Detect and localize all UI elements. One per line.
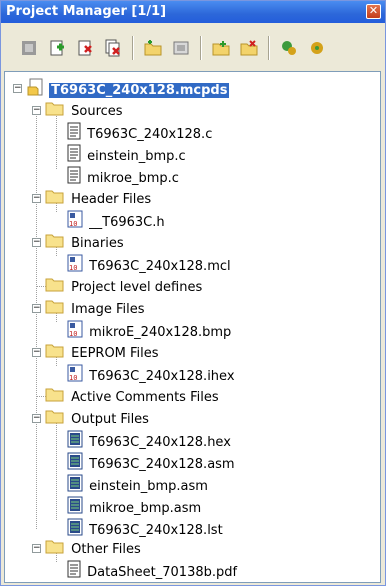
file-item[interactable]: T6963C_240x128.lst: [67, 518, 225, 540]
file-item[interactable]: mikroe_bmp.c: [67, 166, 181, 188]
svg-text:10: 10: [69, 374, 77, 382]
file-item[interactable]: 10 T6963C_240x128.ihex: [67, 364, 237, 386]
remove-all-icon[interactable]: [101, 36, 125, 60]
file-item[interactable]: 10 __T6963C.h: [67, 210, 167, 232]
folder-icon[interactable]: [169, 36, 193, 60]
add-folder-icon[interactable]: [209, 36, 233, 60]
toolbar-separator: [268, 36, 270, 60]
folder-open-icon: [45, 408, 65, 432]
remove-file-icon[interactable]: [73, 36, 97, 60]
close-button[interactable]: ✕: [366, 4, 381, 19]
folder-project-level-defines[interactable]: Project level defines: [45, 276, 204, 298]
collapse-toggle[interactable]: −: [13, 84, 22, 93]
title-bar: Project Manager [1/1] ✕: [1, 1, 385, 23]
toolbar-separator: [200, 36, 202, 60]
delete-folder-icon[interactable]: [237, 36, 261, 60]
collapse-toggle[interactable]: −: [32, 106, 41, 115]
folder-binaries[interactable]: Binaries: [45, 232, 126, 254]
toolbar: [3, 29, 383, 67]
tree-root-label: T6963C_240x128.mcpds: [49, 83, 230, 98]
project-manager-panel: Project Manager [1/1] ✕ − T6963C_240x128…: [0, 0, 386, 586]
collapse-toggle[interactable]: −: [32, 238, 41, 247]
file-item[interactable]: DataSheet_70138b.pdf: [67, 560, 239, 582]
file-item[interactable]: T6963C_240x128.asm: [67, 452, 237, 474]
folder-other-files[interactable]: Other Files: [45, 538, 143, 560]
window-title: Project Manager [1/1]: [6, 4, 167, 19]
folder-sources[interactable]: Sources: [45, 100, 125, 122]
folder-open-icon: [45, 188, 65, 212]
svg-text:10: 10: [69, 330, 77, 338]
file-item[interactable]: T6963C_240x128.hex: [67, 430, 233, 452]
tree-line: [36, 112, 37, 529]
folder-output-files[interactable]: Output Files: [45, 408, 151, 430]
collapse-toggle[interactable]: −: [32, 544, 41, 553]
tree-root[interactable]: T6963C_240x128.mcpds: [27, 78, 230, 100]
folder-open-icon: [45, 342, 65, 366]
file-item[interactable]: 10 mikroE_240x128.bmp: [67, 320, 233, 342]
project-tree[interactable]: − T6963C_240x128.mcpds − Sources T6963C_…: [4, 71, 381, 583]
tree-line: [56, 420, 57, 520]
document-file-icon: [67, 560, 81, 586]
folder-open-icon: [45, 538, 65, 562]
file-item[interactable]: mikroe_bmp.asm: [67, 496, 203, 518]
folder-open-icon: [45, 100, 65, 124]
collapse-toggle[interactable]: −: [32, 194, 41, 203]
add-file-icon[interactable]: [45, 36, 69, 60]
folder-header-files[interactable]: Header Files: [45, 188, 153, 210]
file-item[interactable]: einstein_bmp.asm: [67, 474, 210, 496]
folder-active-comments-files[interactable]: Active Comments Files: [45, 386, 221, 408]
svg-text:10: 10: [69, 264, 77, 272]
svg-text:10: 10: [69, 220, 77, 228]
collapse-toggle[interactable]: −: [32, 304, 41, 313]
new-folder-icon[interactable]: [141, 36, 165, 60]
file-item[interactable]: einstein_bmp.c: [67, 144, 188, 166]
folder-open-icon: [45, 232, 65, 256]
folder-icon: [45, 276, 65, 300]
collapse-toggle[interactable]: −: [32, 414, 41, 423]
project-file-icon: [27, 78, 45, 104]
folder-image-files[interactable]: Image Files: [45, 298, 147, 320]
open-project-icon[interactable]: [17, 36, 41, 60]
options-icon[interactable]: [305, 36, 329, 60]
folder-eeprom-files[interactable]: EEPROM Files: [45, 342, 161, 364]
toolbar-separator: [132, 36, 134, 60]
folder-open-icon: [45, 298, 65, 322]
folder-icon: [45, 386, 65, 410]
file-item[interactable]: T6963C_240x128.c: [67, 122, 214, 144]
collapse-toggle[interactable]: −: [32, 348, 41, 357]
build-icon[interactable]: [277, 36, 301, 60]
file-item[interactable]: 10 T6963C_240x128.mcl: [67, 254, 233, 276]
